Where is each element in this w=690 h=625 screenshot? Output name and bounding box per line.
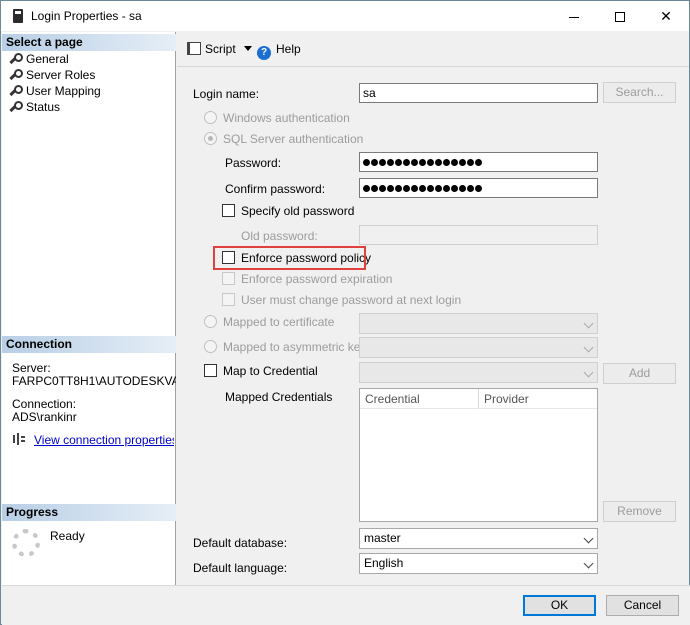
default-language-value: English	[364, 556, 404, 570]
chevron-down-icon	[243, 46, 252, 51]
search-button[interactable]: Search...	[603, 82, 676, 103]
maximize-icon	[615, 12, 625, 23]
page-item-user-mapping[interactable]: User Mapping	[8, 83, 101, 99]
close-button[interactable]: ✕	[643, 1, 689, 31]
help-button[interactable]: ? Help	[257, 41, 301, 60]
chevron-down-icon	[583, 318, 594, 329]
password-label: Password:	[225, 156, 282, 170]
script-label: Script	[205, 42, 236, 56]
maximize-button[interactable]	[597, 1, 643, 31]
help-label: Help	[276, 42, 301, 56]
credential-select[interactable]	[359, 362, 598, 383]
windows-auth-label: Windows authentication	[223, 111, 350, 125]
script-button[interactable]: Script	[187, 41, 252, 57]
cancel-button[interactable]: Cancel	[606, 595, 679, 616]
page-item-label: Server Roles	[26, 68, 96, 82]
map-to-credential-checkbox[interactable]	[204, 364, 217, 377]
confirm-password-label: Confirm password:	[225, 182, 326, 196]
close-icon: ✕	[660, 8, 672, 24]
enforce-password-expiration-label: Enforce password expiration	[241, 272, 393, 286]
minimize-icon	[569, 16, 579, 18]
wrench-icon	[8, 101, 23, 113]
minimize-button[interactable]	[551, 1, 597, 31]
highlight-box	[213, 246, 366, 270]
password-input[interactable]	[359, 152, 598, 172]
select-page-header: Select a page	[2, 34, 176, 51]
connection-value: ADS\rankinr	[12, 410, 77, 424]
old-password-input[interactable]	[359, 225, 598, 245]
mapped-certificate-radio[interactable]	[204, 315, 217, 328]
progress-header: Progress	[2, 504, 176, 521]
wrench-icon	[8, 69, 23, 81]
confirm-password-input[interactable]	[359, 178, 598, 198]
mapped-asymmetric-key-label: Mapped to asymmetric key	[223, 340, 367, 354]
progress-spinner-icon	[12, 529, 40, 557]
grid-column-provider[interactable]: Provider	[479, 389, 597, 409]
login-properties-window: Login Properties - sa ✕ Select a page Ge…	[0, 0, 690, 625]
script-icon	[187, 42, 201, 55]
chevron-down-icon	[583, 558, 594, 569]
page-item-label: Status	[26, 100, 61, 114]
wrench-icon	[8, 85, 23, 97]
connection-header: Connection	[2, 336, 176, 353]
wrench-icon	[8, 53, 23, 65]
server-value: FARPC0TT8H1\AUTODESKVAULT	[12, 374, 176, 388]
specify-old-password-checkbox[interactable]	[222, 204, 235, 217]
chevron-down-icon	[583, 342, 594, 353]
default-language-label: Default language:	[193, 561, 288, 575]
mapped-credentials-label: Mapped Credentials	[225, 390, 333, 404]
toolbar: Script ? Help	[177, 32, 689, 66]
specify-old-password-label: Specify old password	[241, 204, 355, 218]
connection-properties-icon	[13, 433, 25, 445]
windows-auth-radio[interactable]	[204, 111, 217, 124]
login-name-input[interactable]: sa	[359, 83, 598, 103]
default-language-select[interactable]: English	[359, 553, 598, 574]
page-item-server-roles[interactable]: Server Roles	[8, 67, 95, 83]
default-database-value: master	[364, 531, 401, 545]
add-credential-button[interactable]: Add	[603, 363, 676, 384]
certificate-select[interactable]	[359, 313, 598, 334]
enforce-password-expiration-checkbox[interactable]	[222, 272, 235, 285]
page-item-status[interactable]: Status	[8, 99, 60, 115]
sql-auth-radio[interactable]	[204, 132, 217, 145]
connection-label: Connection:	[12, 397, 77, 411]
old-password-label: Old password:	[241, 229, 318, 243]
title-bar: Login Properties - sa ✕	[1, 1, 689, 31]
mapped-asymmetric-key-radio[interactable]	[204, 340, 217, 353]
toolbar-divider	[177, 66, 689, 67]
left-pane: Select a page General Server Roles User …	[2, 32, 176, 585]
app-icon	[13, 9, 23, 23]
default-database-label: Default database:	[193, 536, 288, 550]
password-mask	[363, 155, 483, 169]
remove-credential-button[interactable]: Remove	[603, 501, 676, 522]
mapped-credentials-grid[interactable]: Credential Provider	[359, 388, 598, 522]
help-icon: ?	[257, 46, 271, 60]
must-change-password-checkbox[interactable]	[222, 293, 235, 306]
ok-button[interactable]: OK	[523, 595, 596, 616]
default-database-select[interactable]: master	[359, 528, 598, 549]
chevron-down-icon	[583, 367, 594, 378]
password-mask	[363, 181, 483, 195]
map-to-credential-label: Map to Credential	[223, 364, 318, 378]
login-name-label: Login name:	[193, 87, 260, 101]
progress-status: Ready	[50, 529, 85, 543]
window-title: Login Properties - sa	[31, 9, 142, 23]
grid-column-credential[interactable]: Credential	[360, 389, 479, 409]
asymmetric-key-select[interactable]	[359, 337, 598, 358]
must-change-password-label: User must change password at next login	[241, 293, 462, 307]
page-item-label: General	[26, 52, 69, 66]
mapped-certificate-label: Mapped to certificate	[223, 315, 335, 329]
page-item-general[interactable]: General	[8, 51, 69, 67]
server-label: Server:	[12, 361, 51, 375]
sql-auth-label: SQL Server authentication	[223, 132, 364, 146]
page-item-label: User Mapping	[26, 84, 101, 98]
chevron-down-icon	[583, 533, 594, 544]
view-connection-properties-link[interactable]: View connection properties	[34, 433, 174, 447]
